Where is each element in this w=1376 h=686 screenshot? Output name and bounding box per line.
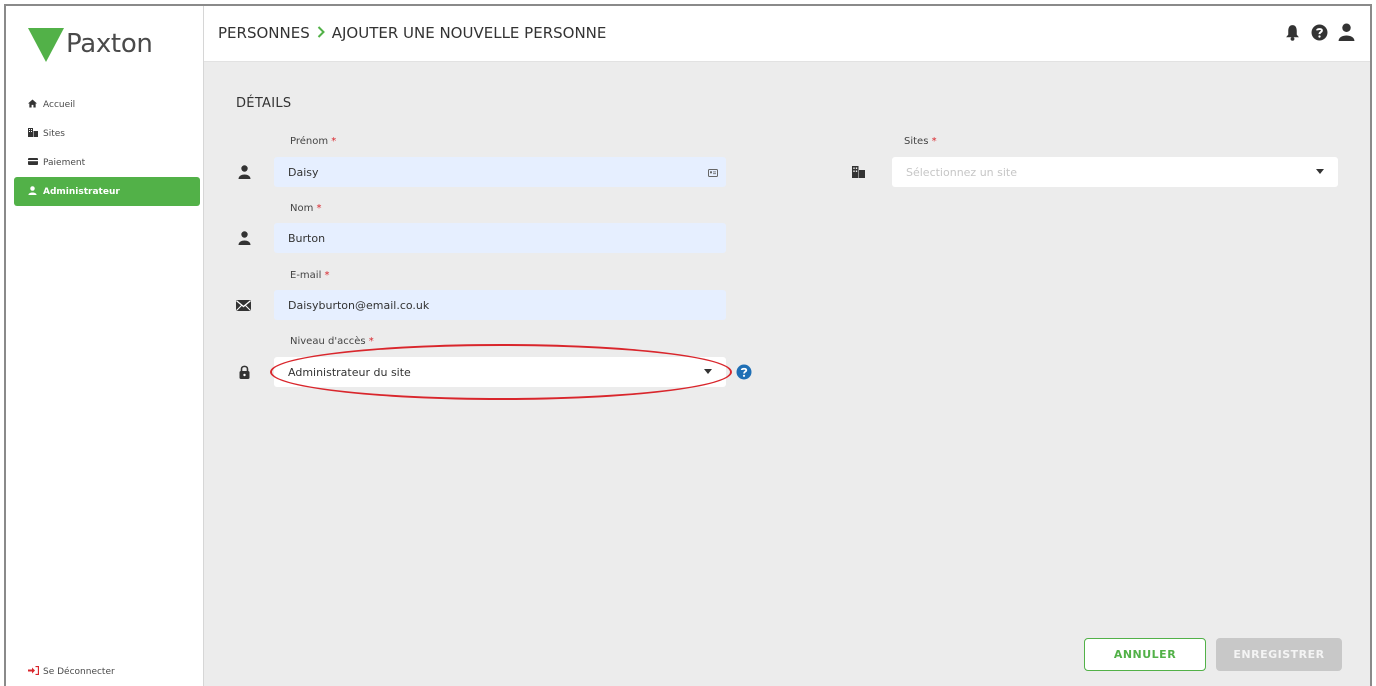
access-level-label: Niveau d'accès * — [290, 336, 374, 347]
contact-card-icon[interactable] — [708, 167, 718, 180]
breadcrumb-current: AJOUTER UNE NOUVELLE PERSONNE — [331, 24, 607, 42]
required-mark: * — [931, 136, 937, 147]
access-level-select[interactable]: Administrateur du site — [274, 357, 726, 387]
person-icon — [236, 164, 252, 180]
breadcrumb-root[interactable]: PERSONNES — [218, 24, 310, 42]
top-header: PERSONNES AJOUTER UNE NOUVELLE PERSONNE — [204, 6, 1370, 62]
sidebar-item-sites[interactable]: Sites — [14, 119, 200, 148]
sites-placeholder: Sélectionnez un site — [906, 165, 1018, 179]
required-mark: * — [324, 270, 330, 281]
sidebar-item-label: Administrateur — [43, 186, 120, 197]
email-value: Daisyburton@email.co.uk — [288, 298, 430, 312]
logout-icon — [28, 665, 40, 678]
email-label-text: E-mail — [290, 270, 322, 281]
sites-label: Sites * — [904, 136, 937, 147]
email-label: E-mail * — [290, 270, 330, 281]
logout-link[interactable]: Se Déconnecter — [28, 665, 115, 678]
app-window: Paxton Accueil Sites Paiement Administra… — [4, 4, 1372, 686]
first-name-label: Prénom * — [290, 136, 336, 147]
section-title: DÉTAILS — [236, 96, 292, 111]
sidebar-item-label: Sites — [43, 128, 65, 139]
sites-label-text: Sites — [904, 136, 929, 147]
building-icon — [850, 164, 866, 180]
sidebar: Paxton Accueil Sites Paiement Administra… — [6, 6, 204, 686]
user-icon[interactable] — [1336, 22, 1356, 42]
email-field[interactable]: Daisyburton@email.co.uk — [274, 290, 726, 320]
sidebar-item-paiement[interactable]: Paiement — [14, 148, 200, 177]
first-name-value: Daisy — [288, 165, 319, 179]
sites-select[interactable]: Sélectionnez un site — [892, 157, 1338, 187]
access-level-value: Administrateur du site — [288, 365, 411, 379]
breadcrumb: PERSONNES AJOUTER UNE NOUVELLE PERSONNE — [218, 24, 606, 42]
bell-icon[interactable] — [1282, 22, 1302, 42]
person-icon — [236, 230, 252, 246]
required-mark: * — [368, 336, 374, 347]
envelope-icon — [235, 297, 251, 313]
required-mark: * — [316, 203, 322, 214]
lock-icon — [236, 364, 252, 380]
logout-label: Se Déconnecter — [43, 667, 115, 677]
last-name-field[interactable]: Burton — [274, 223, 726, 253]
first-name-field[interactable]: Daisy — [274, 157, 726, 187]
first-name-label-text: Prénom — [290, 136, 329, 147]
chevron-down-icon — [1316, 169, 1324, 174]
last-name-label-text: Nom — [290, 203, 314, 214]
building-icon — [28, 127, 40, 140]
sidebar-nav: Accueil Sites Paiement Administrateur — [14, 90, 200, 206]
help-icon[interactable] — [736, 364, 752, 380]
required-mark: * — [331, 136, 337, 147]
sidebar-item-label: Paiement — [43, 157, 86, 168]
last-name-label: Nom * — [290, 203, 322, 214]
access-level-label-text: Niveau d'accès — [290, 336, 366, 347]
sidebar-item-accueil[interactable]: Accueil — [14, 90, 200, 119]
logo-mark — [28, 28, 64, 62]
header-icons — [1282, 22, 1356, 42]
user-icon — [28, 185, 40, 198]
logo-text: Paxton — [66, 29, 153, 59]
last-name-value: Burton — [288, 231, 326, 245]
sidebar-item-label: Accueil — [43, 99, 76, 110]
cancel-button[interactable]: ANNULER — [1084, 638, 1206, 671]
sidebar-item-administrateur[interactable]: Administrateur — [14, 177, 200, 206]
chevron-down-icon — [704, 369, 712, 374]
home-icon — [28, 98, 40, 111]
card-icon — [28, 157, 40, 168]
save-button[interactable]: ENREGISTRER — [1216, 638, 1342, 671]
paxton-logo[interactable]: Paxton — [28, 24, 153, 64]
chevron-right-icon — [317, 24, 325, 42]
help-icon[interactable] — [1309, 22, 1329, 42]
main-content: DÉTAILS Prénom * Daisy Nom * Burton E-ma… — [204, 62, 1370, 686]
